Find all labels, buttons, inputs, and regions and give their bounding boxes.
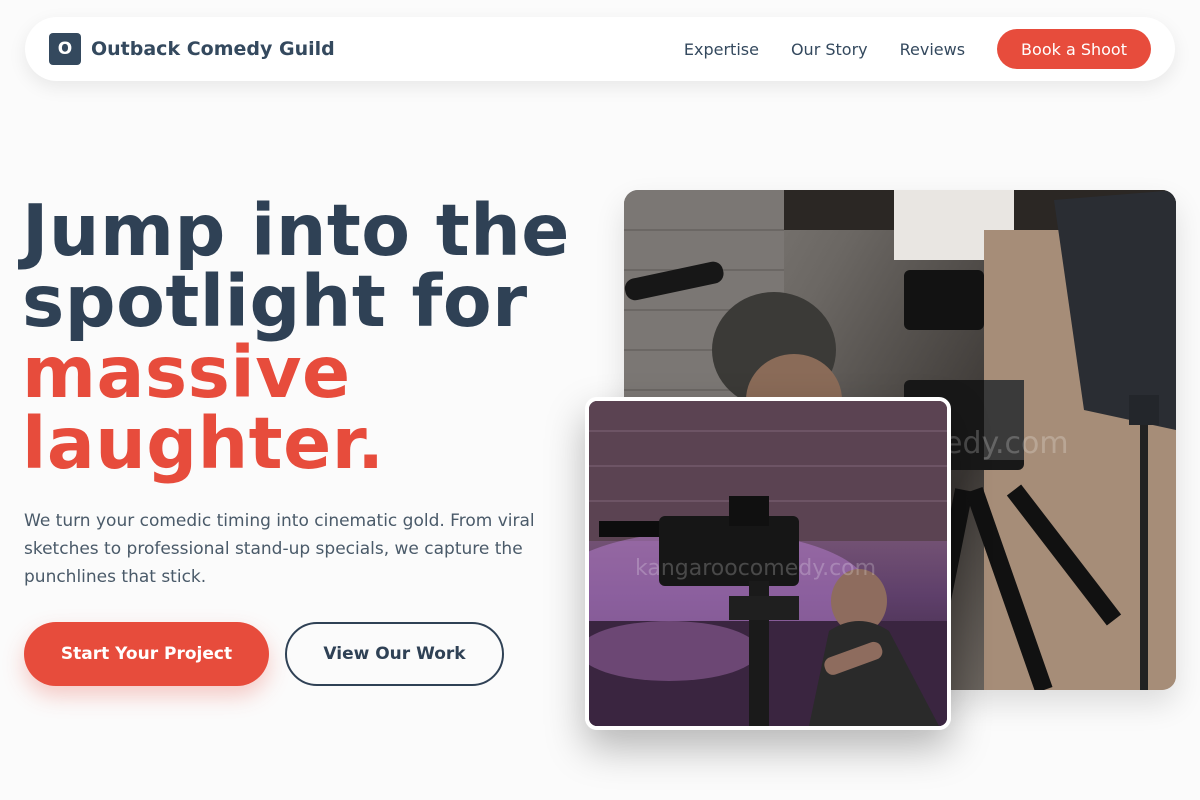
- brand-name: Outback Comedy Guild: [91, 38, 335, 60]
- hero-title-accent-1: massive: [22, 331, 351, 414]
- start-project-button[interactable]: Start Your Project: [24, 622, 269, 686]
- navbar: O Outback Comedy Guild Expertise Our Sto…: [25, 17, 1175, 81]
- brand-logo[interactable]: O Outback Comedy Guild: [49, 33, 335, 65]
- view-work-button[interactable]: View Our Work: [285, 622, 504, 686]
- brand-mark-icon: O: [49, 33, 81, 65]
- small-photo-watermark: kangaroocomedy.com: [635, 556, 877, 581]
- hero-title-line-2: spotlight for: [22, 260, 528, 343]
- roller-rink-filming-photo: kangaroocomedy.com: [585, 397, 951, 730]
- hero-description: We turn your comedic timing into cinemat…: [24, 511, 535, 587]
- hero-title: Jump into the spotlight for massive laug…: [22, 195, 602, 479]
- book-shoot-button[interactable]: Book a Shoot: [997, 29, 1151, 69]
- nav-link-our-story[interactable]: Our Story: [791, 40, 868, 59]
- hero-title-accent-2: laughter.: [22, 402, 385, 485]
- large-photo-watermark: edy.com: [944, 426, 1069, 461]
- hero-title-line-1: Jump into the: [22, 189, 570, 272]
- nav-link-reviews[interactable]: Reviews: [900, 40, 965, 59]
- nav-links: Expertise Our Story Reviews Book a Shoot: [684, 29, 1151, 69]
- nav-link-expertise[interactable]: Expertise: [684, 40, 759, 59]
